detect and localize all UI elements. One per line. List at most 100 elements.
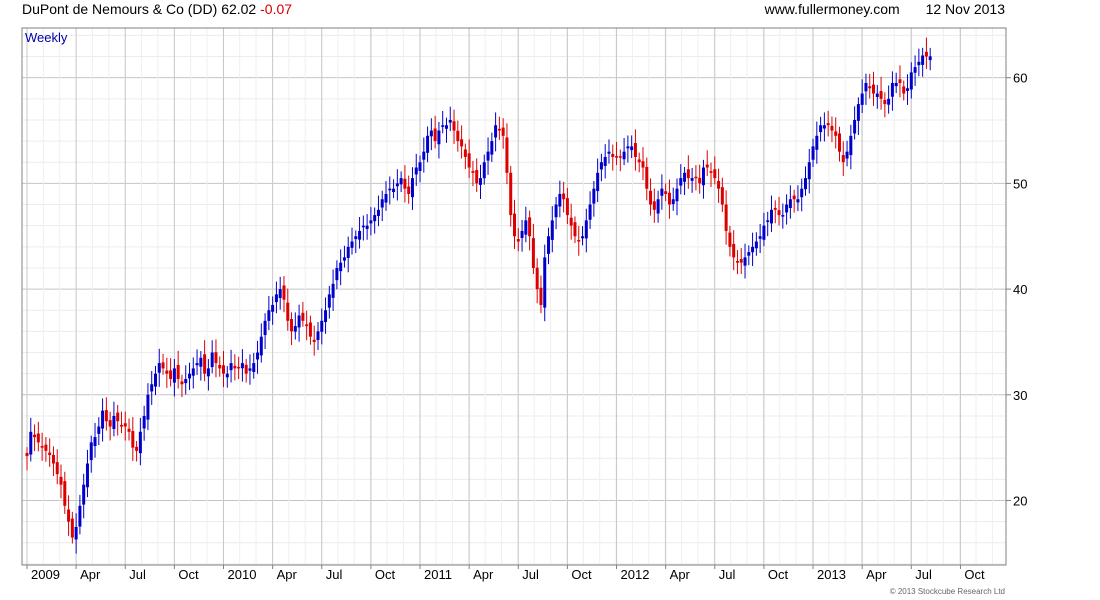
candle-up [85,463,89,488]
x-tick-label: 2011 [424,567,452,582]
candle-down [180,381,184,385]
candle-up [849,135,853,156]
candle-up [656,199,660,214]
candle-up [754,241,758,249]
candle-down [44,444,48,451]
candle-down [705,164,709,168]
candle-down [218,364,222,369]
candle-up [293,326,297,332]
candle-down [694,176,698,179]
candle-up [630,146,634,151]
candle-up [339,262,343,272]
candle-up [890,82,894,97]
candle-up [769,209,773,224]
candle-up [97,426,101,434]
candle-down [531,238,535,268]
candle-down [509,172,513,216]
candle-down [868,86,872,89]
candle-up [248,368,252,371]
candle-down [569,217,573,226]
candle-down [792,195,796,200]
candle-up [358,230,362,240]
candle-up [796,199,800,203]
candle-up [747,252,751,256]
candle-down [403,178,407,189]
candle-down [713,169,717,179]
x-tick-label: 2013 [817,567,846,582]
candle-up [78,505,82,527]
candle-up [82,484,86,505]
candle-up [256,352,260,360]
candle-down [286,302,290,321]
candle-down [305,324,309,327]
candle-up [785,204,789,213]
candle-up [414,167,418,175]
candle-down [48,452,52,456]
candle-down [773,207,777,210]
candle-up [928,56,932,61]
candle-down [165,370,169,374]
candle-up [388,188,392,191]
candle-up [875,93,879,97]
candlestick-chart: 20 30 40 50 60 2009 Apr Jul Oct 2010 Apr Jul Oct 2011… [21,27,1027,582]
candle-up [599,162,603,170]
candle-down [119,424,123,427]
candle-down [176,364,180,379]
candle-up [887,98,891,105]
candle-up [384,193,388,203]
candle-down [222,365,226,374]
candle-up [210,352,214,368]
candle-down [25,452,29,457]
x-tick-label: Oct [964,567,985,582]
candle-down [724,204,728,231]
candle-up [418,162,422,171]
candle-down [664,191,668,194]
candle-up [240,363,244,369]
candle-up [701,167,705,186]
candle-up [781,215,785,217]
candle-up [626,146,630,149]
copyright: © 2013 Stockcube Research Ltd [889,587,1005,596]
candle-down [55,462,59,475]
candle-down [59,476,63,485]
candle-up [278,289,282,298]
candle-down [233,365,237,369]
candle-down [667,192,671,205]
candle-up [327,294,331,308]
candle-down [505,137,509,173]
candle-up [331,283,335,298]
candle-down [214,352,218,364]
candle-down [516,239,520,242]
x-tick-label: Jul [326,567,343,582]
candle-down [467,153,471,168]
candle-down [471,171,475,173]
candle-down [618,156,622,158]
candle-down [879,91,883,99]
candle-down [645,166,649,189]
candle-down [902,86,906,94]
candle-up [853,119,857,134]
candle-up [93,437,97,447]
candle-down [686,169,690,179]
candle-up [743,257,747,266]
candle-up [369,220,373,224]
candle-up [917,61,921,66]
candle-down [452,121,456,131]
candle-down [883,99,887,105]
candle-up [660,188,664,196]
candle-down [312,339,316,342]
candle-up [603,156,607,166]
candle-down [433,128,437,142]
candle-up [206,368,210,377]
y-tick-label: 30 [1013,388,1027,403]
candle-down [637,159,641,163]
x-tick-label: 2012 [621,567,650,582]
candle-down [161,362,165,369]
candle-up [399,178,403,185]
x-tick-label: Jul [129,567,146,582]
candle-up [252,363,256,373]
candle-up [520,230,524,238]
candle-up [543,257,547,308]
candle-up [758,236,762,239]
candle-up [426,135,430,153]
